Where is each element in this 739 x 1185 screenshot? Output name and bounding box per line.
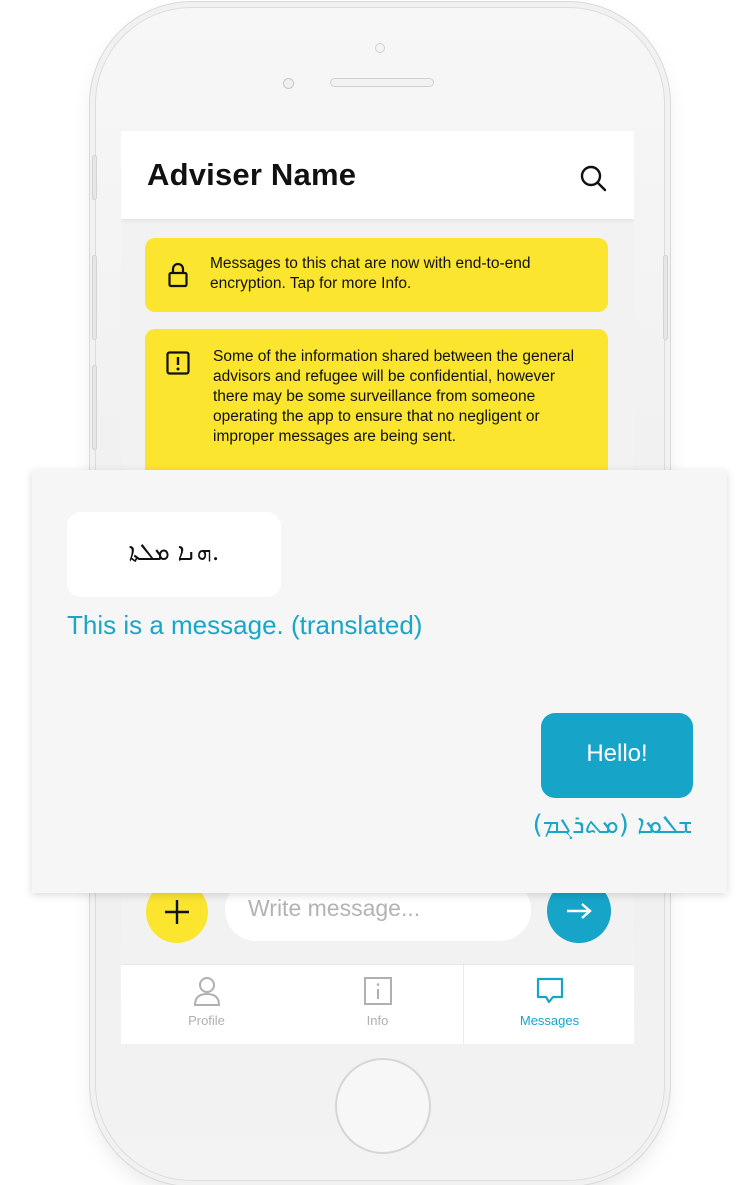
home-button[interactable] <box>335 1058 431 1154</box>
tab-messages-label: Messages <box>519 1013 580 1028</box>
outgoing-message-bubble[interactable]: Hello! <box>541 713 693 798</box>
outgoing-message-text: Hello! <box>586 740 648 767</box>
lock-icon <box>168 262 188 288</box>
volume-down-button <box>92 365 97 450</box>
tab-profile[interactable]: Profile <box>121 965 292 1044</box>
tab-profile-label: Profile <box>188 1013 225 1028</box>
earpiece-speaker <box>330 78 434 87</box>
outgoing-message-translation: ܫܠܡܐ (ܡܬܪܓܡ) <box>532 810 693 840</box>
tab-messages[interactable]: Messages <box>463 965 634 1044</box>
info-icon <box>364 977 392 1005</box>
person-icon <box>193 977 221 1006</box>
page-title: Adviser Name <box>147 157 357 192</box>
privacy-notice-text: Some of the information shared between t… <box>213 348 575 445</box>
power-button <box>663 255 668 340</box>
alert-icon <box>166 351 190 375</box>
arrow-right-icon <box>567 903 592 919</box>
encryption-notice[interactable]: Messages to this chat are now with end-t… <box>145 238 608 312</box>
mute-switch <box>92 155 97 200</box>
message-input-placeholder: Write message... <box>248 895 421 921</box>
volume-up-button <box>92 255 97 340</box>
chat-header: Adviser Name <box>121 131 634 219</box>
chat-bubble-icon <box>536 977 564 1004</box>
search-icon[interactable] <box>579 164 609 194</box>
privacy-notice[interactable]: Some of the information shared between t… <box>145 329 608 489</box>
incoming-message-translation: This is a message. (translated) <box>67 610 423 640</box>
proximity-sensor <box>283 78 294 89</box>
encryption-notice-text: Messages to this chat are now with end-t… <box>210 255 531 292</box>
tab-info-label: Info <box>366 1013 389 1028</box>
incoming-message-text: .ܗܢܐ ܡܠܬܐ <box>128 538 220 566</box>
chat-zoom-overlay: .ܗܢܐ ܡܠܬܐ This is a message. (translated… <box>32 470 727 893</box>
bottom-tab-bar: Profile Info Messages <box>121 964 634 1044</box>
incoming-message-bubble[interactable]: .ܗܢܐ ܡܠܬܐ <box>67 512 281 597</box>
tab-info[interactable]: Info <box>292 965 463 1044</box>
plus-icon <box>165 900 189 924</box>
front-camera <box>375 43 385 53</box>
